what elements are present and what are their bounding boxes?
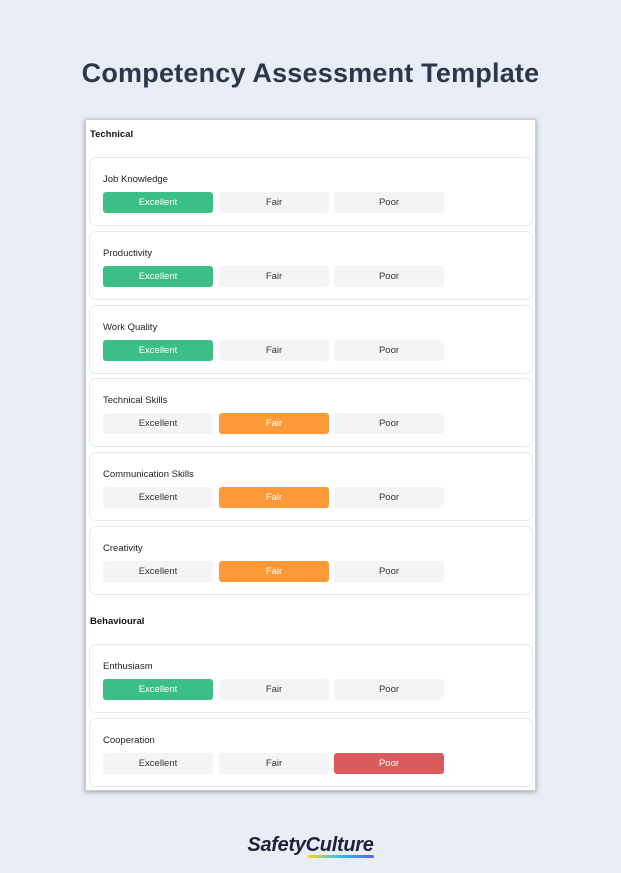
- safetyculture-logo: SafetyCulture: [0, 834, 621, 858]
- option-fair[interactable]: Fair: [219, 561, 329, 582]
- option-fair[interactable]: Fair: [219, 753, 329, 774]
- option-excellent[interactable]: Excellent: [103, 679, 213, 700]
- page-title: Competency Assessment Template: [81, 58, 540, 88]
- item-label: Enthusiasm: [103, 661, 153, 672]
- option-poor[interactable]: Poor: [334, 753, 444, 774]
- option-fair[interactable]: Fair: [219, 679, 329, 700]
- option-excellent[interactable]: Excellent: [103, 487, 213, 508]
- option-poor[interactable]: Poor: [334, 192, 444, 213]
- section-title-behavioural: Behavioural: [90, 616, 145, 627]
- assessment-item-creativity: Creativity Excellent Fair Poor: [89, 526, 533, 595]
- option-fair[interactable]: Fair: [219, 266, 329, 287]
- option-poor[interactable]: Poor: [334, 561, 444, 582]
- option-poor[interactable]: Poor: [334, 487, 444, 508]
- assessment-form: Technical Job Knowledge Excellent Fair P…: [85, 119, 536, 791]
- option-fair[interactable]: Fair: [219, 340, 329, 361]
- item-label: Job Knowledge: [103, 174, 168, 185]
- option-excellent[interactable]: Excellent: [103, 192, 213, 213]
- item-label: Cooperation: [103, 735, 155, 746]
- option-poor[interactable]: Poor: [334, 679, 444, 700]
- assessment-item-work-quality: Work Quality Excellent Fair Poor: [89, 305, 533, 374]
- assessment-item-technical-skills: Technical Skills Excellent Fair Poor: [89, 378, 533, 447]
- item-label: Communication Skills: [103, 469, 194, 480]
- option-fair[interactable]: Fair: [219, 487, 329, 508]
- option-excellent[interactable]: Excellent: [103, 413, 213, 434]
- option-excellent[interactable]: Excellent: [103, 266, 213, 287]
- assessment-item-enthusiasm: Enthusiasm Excellent Fair Poor: [89, 644, 533, 713]
- assessment-item-cooperation: Cooperation Excellent Fair Poor: [89, 718, 533, 787]
- option-fair[interactable]: Fair: [219, 192, 329, 213]
- item-label: Technical Skills: [103, 395, 168, 406]
- option-poor[interactable]: Poor: [334, 340, 444, 361]
- option-fair[interactable]: Fair: [219, 413, 329, 434]
- option-poor[interactable]: Poor: [334, 266, 444, 287]
- logo-text-safety: Safety: [247, 834, 306, 856]
- logo-text-culture: Culture: [305, 834, 374, 858]
- section-title-technical: Technical: [90, 129, 134, 140]
- option-excellent[interactable]: Excellent: [103, 561, 213, 582]
- item-label: Work Quality: [103, 322, 158, 333]
- option-excellent[interactable]: Excellent: [103, 753, 213, 774]
- option-excellent[interactable]: Excellent: [103, 340, 213, 361]
- assessment-item-communication-skills: Communication Skills Excellent Fair Poor: [89, 452, 533, 521]
- assessment-item-productivity: Productivity Excellent Fair Poor: [89, 231, 533, 300]
- item-label: Productivity: [103, 248, 153, 259]
- option-poor[interactable]: Poor: [334, 413, 444, 434]
- item-label: Creativity: [103, 543, 143, 554]
- assessment-item-job-knowledge: Job Knowledge Excellent Fair Poor: [89, 157, 533, 226]
